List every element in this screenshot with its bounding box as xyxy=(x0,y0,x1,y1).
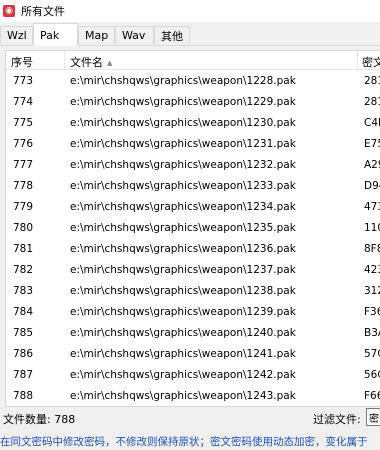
row-index: 778 xyxy=(13,180,34,192)
row-index: 774 xyxy=(13,96,34,108)
row-cipher: 312 xyxy=(364,285,380,297)
row-index: 785 xyxy=(13,327,34,339)
row-index: 777 xyxy=(13,159,34,171)
column-divider[interactable] xyxy=(357,51,358,69)
window-title: 所有文件 xyxy=(21,5,65,18)
title-bar: ◉ 所有文件 xyxy=(0,0,380,22)
row-index: 784 xyxy=(13,306,34,318)
list-item[interactable]: 785 e:\mir\chshqws\graphics\weapon\1240.p… xyxy=(6,324,380,345)
row-index: 779 xyxy=(13,201,34,213)
list-item[interactable]: 773 e:\mir\chshqws\graphics\weapon\1228.p… xyxy=(6,72,380,93)
file-list[interactable]: 序号 文件名 ▲ 密文 773 e:\mir\chshqws\graphics\we… xyxy=(5,50,380,407)
list-header: 序号 文件名 ▲ 密文 xyxy=(6,51,380,70)
tab-pak[interactable]: Pak xyxy=(33,23,78,46)
list-item[interactable]: 788 e:\mir\chshqws\graphics\weapon\1243.p… xyxy=(6,387,380,406)
row-index: 773 xyxy=(13,75,34,87)
row-filename: e:\mir\chshqws\graphics\weapon\1240.pak xyxy=(70,327,296,339)
row-filename: e:\mir\chshqws\graphics\weapon\1238.pak xyxy=(70,285,296,297)
row-cipher: B3A xyxy=(364,327,380,339)
row-cipher: 423 xyxy=(364,264,380,276)
app-icon: ◉ xyxy=(3,5,15,17)
list-item[interactable]: 786 e:\mir\chshqws\graphics\weapon\1241.p… xyxy=(6,345,380,366)
row-filename: e:\mir\chshqws\graphics\weapon\1235.pak xyxy=(70,222,296,234)
row-filename: e:\mir\chshqws\graphics\weapon\1230.pak xyxy=(70,117,296,129)
column-header-label: 文件名 xyxy=(70,56,103,69)
row-cipher: C4B xyxy=(364,117,380,129)
list-item[interactable]: 778 e:\mir\chshqws\graphics\weapon\1233.p… xyxy=(6,177,380,198)
list-item[interactable]: 783 e:\mir\chshqws\graphics\weapon\1238.p… xyxy=(6,282,380,303)
column-header-filename[interactable]: 文件名 ▲ xyxy=(70,54,112,70)
tab-wav[interactable]: Wav xyxy=(115,26,154,44)
row-cipher: D94 xyxy=(364,180,380,192)
row-cipher: 473 xyxy=(364,201,380,213)
row-index: 787 xyxy=(13,369,34,381)
row-cipher: F36 xyxy=(364,306,380,318)
tab-label: Map xyxy=(85,29,109,42)
column-header-index[interactable]: 序号 xyxy=(11,54,33,70)
tab-wzl[interactable]: Wzl xyxy=(0,26,33,44)
tab-bar: Wzl Pak Map Wav 其他 xyxy=(0,23,380,46)
hint-text: 在同文密码中修改密码，不修改则保持原状；密文密码使用动态加密，变化属于 xyxy=(0,436,368,448)
row-filename: e:\mir\chshqws\graphics\weapon\1229.pak xyxy=(70,96,296,108)
row-index: 786 xyxy=(13,348,34,360)
column-divider[interactable] xyxy=(64,51,65,69)
row-filename: e:\mir\chshqws\graphics\weapon\1232.pak xyxy=(70,159,296,171)
row-cipher: 56C xyxy=(364,369,380,381)
row-filename: e:\mir\chshqws\graphics\weapon\1243.pak xyxy=(70,390,296,402)
list-item[interactable]: 775 e:\mir\chshqws\graphics\weapon\1230.p… xyxy=(6,114,380,135)
list-item[interactable]: 774 e:\mir\chshqws\graphics\weapon\1229.p… xyxy=(6,93,380,114)
status-bar: 文件数量: 788 过滤文件: xyxy=(0,408,380,430)
row-cipher: E75 xyxy=(364,138,380,150)
tab-other[interactable]: 其他 xyxy=(154,26,190,44)
list-item[interactable]: 777 e:\mir\chshqws\graphics\weapon\1232.p… xyxy=(6,156,380,177)
row-index: 775 xyxy=(13,117,34,129)
column-header-cipher[interactable]: 密文 xyxy=(362,54,380,70)
row-filename: e:\mir\chshqws\graphics\weapon\1241.pak xyxy=(70,348,296,360)
row-filename: e:\mir\chshqws\graphics\weapon\1236.pak xyxy=(70,243,296,255)
row-filename: e:\mir\chshqws\graphics\weapon\1233.pak xyxy=(70,180,296,192)
row-index: 776 xyxy=(13,138,34,150)
list-item[interactable]: 776 e:\mir\chshqws\graphics\weapon\1231.p… xyxy=(6,135,380,156)
list-item[interactable]: 780 e:\mir\chshqws\graphics\weapon\1235.p… xyxy=(6,219,380,240)
file-count: 文件数量: 788 xyxy=(3,413,76,426)
row-cipher: 57C xyxy=(364,348,380,360)
filter-label: 过滤文件: xyxy=(313,413,361,426)
list-item[interactable]: 781 e:\mir\chshqws\graphics\weapon\1236.p… xyxy=(6,240,380,261)
list-item[interactable]: 782 e:\mir\chshqws\graphics\weapon\1237.p… xyxy=(6,261,380,282)
row-cipher: 281 xyxy=(364,96,380,108)
row-filename: e:\mir\chshqws\graphics\weapon\1239.pak xyxy=(70,306,296,318)
row-cipher: 281 xyxy=(364,75,380,87)
row-filename: e:\mir\chshqws\graphics\weapon\1228.pak xyxy=(70,75,296,87)
row-cipher: 8F8 xyxy=(364,243,380,255)
row-cipher: 110 xyxy=(364,222,380,234)
list-item[interactable]: 787 e:\mir\chshqws\graphics\weapon\1242.p… xyxy=(6,366,380,387)
row-cipher: F66 xyxy=(364,390,380,402)
row-cipher: A29 xyxy=(364,159,380,171)
tab-label: 其他 xyxy=(161,29,183,43)
list-item[interactable]: 779 e:\mir\chshqws\graphics\weapon\1234.p… xyxy=(6,198,380,219)
filter-input[interactable] xyxy=(366,408,380,426)
row-filename: e:\mir\chshqws\graphics\weapon\1242.pak xyxy=(70,369,296,381)
sort-ascending-icon: ▲ xyxy=(107,59,113,67)
tab-map[interactable]: Map xyxy=(78,26,115,44)
row-filename: e:\mir\chshqws\graphics\weapon\1234.pak xyxy=(70,201,296,213)
row-filename: e:\mir\chshqws\graphics\weapon\1231.pak xyxy=(70,138,296,150)
tab-label: Wzl xyxy=(7,29,27,42)
row-index: 781 xyxy=(13,243,34,255)
row-index: 782 xyxy=(13,264,34,276)
row-index: 780 xyxy=(13,222,34,234)
row-index: 783 xyxy=(13,285,34,297)
list-item[interactable]: 784 e:\mir\chshqws\graphics\weapon\1239.p… xyxy=(6,303,380,324)
tab-label: Wav xyxy=(122,29,146,42)
tab-label: Pak xyxy=(40,28,60,42)
row-index: 788 xyxy=(13,390,34,402)
row-filename: e:\mir\chshqws\graphics\weapon\1237.pak xyxy=(70,264,296,276)
